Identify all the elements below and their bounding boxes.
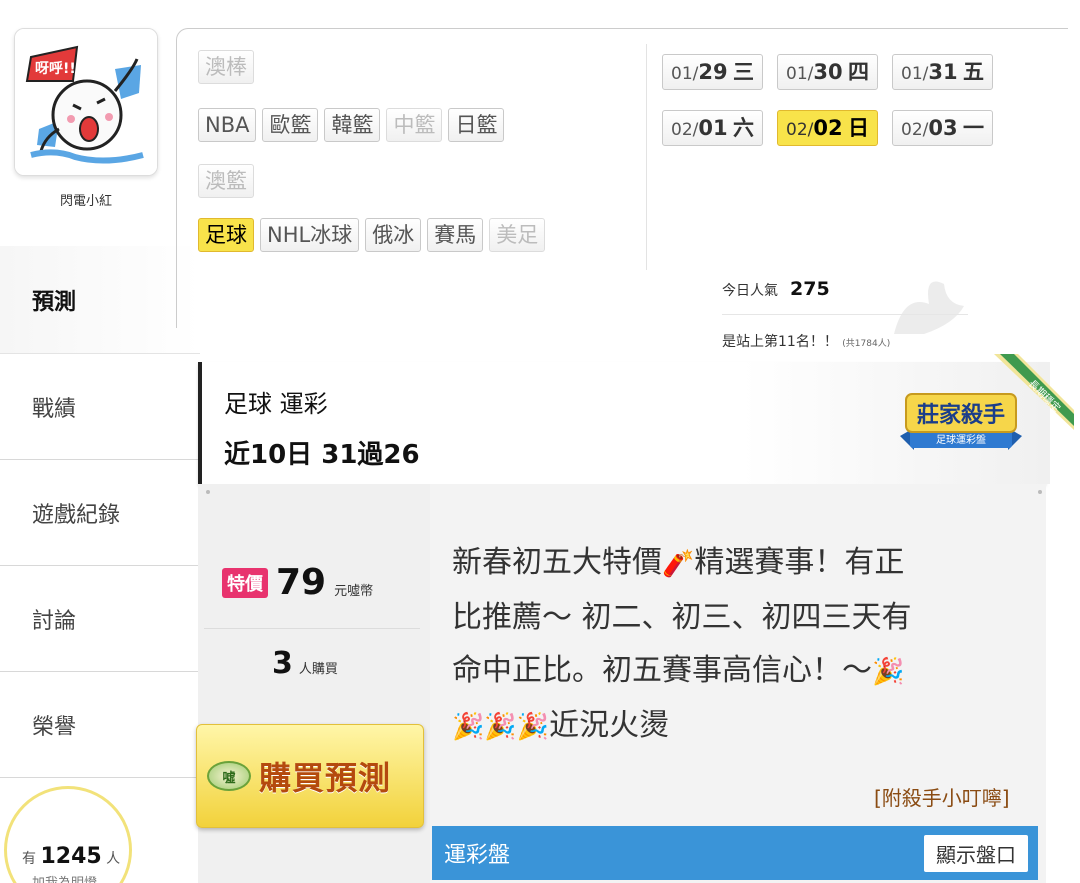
follower-subtitle: 加我為明燈 [32,872,97,883]
page: 呀呼!! 閃電小紅 預測 戰績 遊戲紀錄 討論 榮譽 有 1245 人 加我為明… [0,0,1080,883]
category-row-4: 足球 NHL冰球 俄冰 賽馬 美足 [198,218,546,252]
party-popper-icons: 🎉🎉🎉 [452,712,550,742]
category-tag-euro-basketball[interactable]: 歐籃 [262,108,319,142]
category-tag-russia-hockey[interactable]: 俄冰 [365,218,422,252]
follower-number: 1245 [40,844,102,869]
show-odds-button[interactable]: 顯示盤口 [924,834,1028,872]
price-value: 79 [276,562,327,603]
nav-item-predict[interactable]: 預測 [0,246,200,354]
description-line-3: 命中正比。初五賽事高信心！～🎉 [452,653,905,688]
category-tag-aus-baseball[interactable]: 澳棒 [198,50,254,84]
buyer-count: 3 人購買 [272,646,338,681]
buy-button-label: 購買預測 [259,759,392,797]
killer-tips-link[interactable]: [附殺手小叮嚀] [874,782,1010,811]
odds-table-title: 運彩盤 [444,843,511,868]
popularity-value: 275 [790,278,830,300]
avatar-illustration: 呀呼!! [15,29,157,175]
category-tag-japan-basketball[interactable]: 日籃 [448,108,505,142]
badge-subtitle: 足球運彩盤 [936,433,986,446]
user-avatar[interactable]: 呀呼!! [14,28,158,176]
summary-record: 近10日 31過26 [224,440,420,470]
description-line-1: 新春初五大特價🧨精選賽事！有正 [452,545,905,580]
description-line-2: 比推薦～ 初二、初三、初四三天有 [452,600,912,635]
decorative-watermark-icon [894,281,964,334]
date-button-0202[interactable]: 02/02 日 [777,110,878,146]
category-row-2: NBA 歐籃 韓籃 中籃 日籃 [198,108,505,142]
follower-unit: 人 [106,851,121,867]
corner-dot [1038,490,1042,494]
price: 特價 79 元噓幣 [222,562,373,603]
follower-count: 有 1245 人 [22,844,120,869]
sale-tag: 特價 [222,567,268,598]
date-button-0129[interactable]: 01/29 三 [662,54,763,90]
category-tag-aus-basketball[interactable]: 澳籃 [198,164,254,198]
username[interactable]: 閃電小紅 [14,190,158,209]
category-tag-american-football[interactable]: 美足 [489,218,546,252]
date-button-0131[interactable]: 01/31 五 [892,54,993,90]
category-tag-nba[interactable]: NBA [198,108,257,142]
popularity-divider [722,314,968,315]
rank-text: 是站上第11名！！ [722,334,838,350]
date-button-0201[interactable]: 02/01 六 [662,110,763,146]
date-button-0203[interactable]: 02/03 一 [892,110,993,146]
popularity: 今日人氣 275 [722,278,830,300]
nav-item-discussion[interactable]: 討論 [0,566,200,672]
date-row-2: 02/01 六 02/02 日 02/03 一 [662,110,993,146]
badge-title: 莊家殺手 [917,402,1005,428]
date-row-1: 01/29 三 01/30 四 01/31 五 [662,54,993,90]
rank-note: (共1784人) [842,339,891,349]
odds-table-header: 運彩盤 顯示盤口 [432,826,1038,880]
popularity-label: 今日人氣 [722,283,778,299]
category-tag-nhl[interactable]: NHL冰球 [260,218,360,252]
site-rank: 是站上第11名！！ (共1784人) [722,331,890,351]
filter-divider [646,44,647,270]
category-tag-korea-basketball[interactable]: 韓籃 [324,108,381,142]
coin-icon: 噓 [207,761,251,791]
follower-prefix: 有 [22,851,36,867]
prediction-description: 新春初五大特價🧨精選賽事！有正 比推薦～ 初二、初三、初四三天有 命中正比。初五… [452,536,1032,754]
corner-dot [206,490,210,494]
category-row-1: 澳棒 [198,50,254,84]
category-row-3: 澳籃 [198,164,254,198]
category-tag-horse-racing[interactable]: 賽馬 [427,218,484,252]
date-button-0130[interactable]: 01/30 四 [777,54,878,90]
party-popper-icon: 🎉 [872,657,905,687]
category-tag-china-basketball[interactable]: 中籃 [386,108,443,142]
left-nav: 預測 戰績 遊戲紀錄 討論 榮譽 [0,246,200,778]
firecracker-icon: 🧨 [662,549,695,579]
nav-item-record[interactable]: 戰績 [0,354,200,460]
price-divider [204,628,420,629]
summary-title: 足球 運彩 [224,390,328,418]
buy-prediction-button[interactable]: 噓 購買預測 [196,724,424,828]
buyer-unit: 人購買 [298,662,338,677]
avatar-caption: 呀呼!! [35,60,76,77]
nav-item-game-log[interactable]: 遊戲紀錄 [0,460,200,566]
long-term-stable-ribbon-icon: 長期穩定 [994,354,1074,430]
nav-item-honor[interactable]: 榮譽 [0,672,200,778]
description-line-4: 🎉🎉🎉近況火燙 [452,708,670,743]
price-unit: 元噓幣 [334,584,374,599]
buyer-number: 3 [272,646,293,681]
category-tag-soccer[interactable]: 足球 [198,218,254,252]
